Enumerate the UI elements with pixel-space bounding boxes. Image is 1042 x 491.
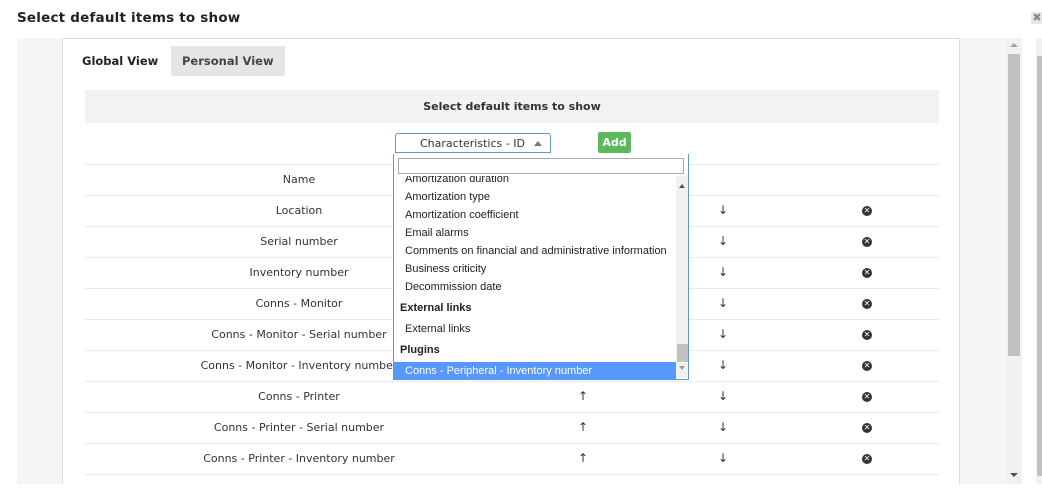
table-row: Conns - Printer ↑ ↓ ✕ [85, 381, 939, 413]
arrow-down-icon[interactable]: ↓ [713, 319, 733, 350]
remove-circle-icon[interactable]: ✕ [862, 422, 872, 433]
dropdown-option[interactable]: Conns - Peripheral - Inventory number [394, 362, 676, 379]
row-name: Conns - Printer - Serial number [213, 421, 385, 434]
remove-circle-icon[interactable]: ✕ [862, 391, 872, 402]
delete-icon-wrapper[interactable]: ✕ [857, 412, 877, 443]
dropdown-search-input[interactable] [398, 158, 684, 174]
delete-icon-wrapper[interactable]: ✕ [857, 381, 877, 412]
dropdown-option[interactable]: Comments on financial and administrative… [394, 242, 676, 260]
caret-up-icon [534, 141, 542, 146]
row-name: Conns - Printer [258, 390, 340, 403]
remove-circle-icon[interactable]: ✕ [862, 453, 872, 464]
remove-circle-icon[interactable]: ✕ [862, 205, 872, 216]
dialog-title: Select default items to show [17, 10, 241, 26]
scroll-up-icon[interactable] [1010, 43, 1018, 47]
dropdown-option[interactable]: Amortization type [394, 188, 676, 206]
arrow-down-icon[interactable]: ↓ [713, 350, 733, 381]
arrow-down-icon[interactable]: ↓ [713, 257, 733, 288]
page-scroll-thumb[interactable] [1037, 56, 1042, 476]
delete-icon-wrapper[interactable]: ✕ [857, 288, 877, 319]
scroll-down-icon[interactable] [1010, 473, 1018, 477]
dropdown-option[interactable]: Amortization duration [394, 176, 676, 188]
remove-circle-icon[interactable]: ✕ [862, 329, 872, 340]
arrow-down-icon[interactable]: ↓ [713, 381, 733, 412]
remove-circle-icon[interactable]: ✕ [862, 267, 872, 278]
remove-circle-icon[interactable]: ✕ [862, 298, 872, 309]
dropdown-option[interactable]: Business criticity [394, 260, 676, 278]
arrow-up-icon[interactable]: ↑ [573, 443, 593, 474]
add-button[interactable]: Add [598, 132, 631, 153]
dropdown-option[interactable]: External links [394, 320, 676, 338]
row-name: Conns - Printer - Inventory number [203, 452, 395, 465]
arrow-down-icon[interactable]: ↓ [713, 288, 733, 319]
arrow-up-icon[interactable]: ↑ [573, 381, 593, 412]
arrow-down-icon[interactable]: ↓ [713, 195, 733, 226]
arrow-down-icon[interactable]: ↓ [713, 226, 733, 257]
dropdown-scroll-thumb[interactable] [677, 344, 688, 362]
arrow-down-icon[interactable]: ↓ [713, 412, 733, 443]
item-select-value: Characteristics - ID [420, 137, 525, 150]
remove-circle-icon[interactable]: ✕ [862, 236, 872, 247]
scroll-up-icon[interactable] [679, 184, 685, 188]
remove-circle-icon[interactable]: ✕ [862, 360, 872, 371]
delete-icon-wrapper[interactable]: ✕ [857, 443, 877, 474]
delete-icon-wrapper[interactable]: ✕ [857, 226, 877, 257]
delete-icon-wrapper[interactable]: ✕ [857, 319, 877, 350]
dropdown-option[interactable]: Email alarms [394, 224, 676, 242]
dropdown-options: Amortization duration Amortization type Am… [394, 176, 676, 379]
page-scrollbar[interactable] [1036, 38, 1042, 484]
dropdown-option[interactable]: Decommission date [394, 278, 676, 296]
select-dropdown: Amortization duration Amortization type Am… [393, 154, 689, 380]
delete-icon-wrapper[interactable]: ✕ [857, 257, 877, 288]
dropdown-group-label: Plugins [400, 344, 440, 356]
item-select[interactable]: Characteristics - ID [395, 133, 551, 153]
dropdown-scrollbar[interactable] [676, 176, 688, 378]
scroll-down-icon[interactable] [679, 366, 685, 370]
delete-icon-wrapper[interactable]: ✕ [857, 350, 877, 381]
dropdown-option[interactable]: Amortization coefficient [394, 206, 676, 224]
tab-personal-view[interactable]: Personal View [171, 46, 285, 76]
close-icon[interactable]: ✖ [1031, 12, 1042, 24]
dropdown-group-label: External links [400, 302, 472, 314]
arrow-down-icon[interactable]: ↓ [713, 443, 733, 474]
delete-icon-wrapper[interactable]: ✕ [857, 195, 877, 226]
dialog-scroll-thumb[interactable] [1008, 54, 1020, 356]
arrow-up-icon[interactable]: ↑ [573, 412, 593, 443]
section-header: Select default items to show [85, 90, 939, 123]
dialog-scrollbar[interactable] [1006, 38, 1022, 484]
tab-global-view[interactable]: Global View [71, 46, 170, 76]
table-row: Conns - Printer - Serial number ↑ ↓ ✕ [85, 412, 939, 444]
table-row: Conns - Printer - Inventory number ↑ ↓ ✕ [85, 443, 939, 475]
